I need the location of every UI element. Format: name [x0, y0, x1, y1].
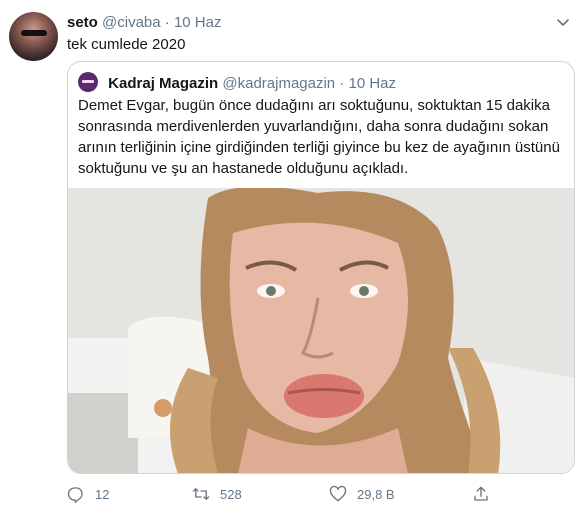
reply-count: 12 [95, 486, 110, 502]
tweet-date[interactable]: 10 Haz [174, 14, 222, 31]
separator-dot: · [339, 75, 345, 92]
share-button[interactable] [472, 484, 500, 504]
quoted-avatar [78, 72, 98, 92]
quoted-header: Kadraj Magazin @kadrajmagazin · 10 Haz [78, 72, 396, 94]
retweet-icon [192, 488, 210, 500]
share-icon [474, 486, 488, 501]
quoted-tweet[interactable]: Kadraj Magazin @kadrajmagazin · 10 Haz D… [67, 61, 575, 474]
like-button[interactable]: 29,8 B [329, 484, 395, 504]
separator-dot: · [164, 14, 170, 31]
retweet-button[interactable]: 528 [192, 484, 242, 504]
tweet-header: seto @civaba · 10 Haz [67, 13, 221, 33]
tweet-text: tek cumlede 2020 [67, 36, 186, 53]
author-handle[interactable]: @civaba [102, 14, 161, 31]
retweet-count: 528 [220, 486, 242, 502]
tweet-actions: 12 528 29,8 B [67, 484, 567, 504]
chevron-down-icon[interactable] [555, 14, 571, 30]
quoted-author-name: Kadraj Magazin [108, 75, 219, 92]
tweet[interactable]: seto @civaba · 10 Haz tek cumlede 2020 K… [0, 0, 583, 514]
reply-button[interactable]: 12 [67, 484, 109, 504]
author-name[interactable]: seto [67, 14, 98, 31]
quoted-text: Demet Evgar, bugün önce dudağını arı sok… [78, 97, 560, 177]
quoted-photo[interactable] [68, 188, 574, 473]
heart-icon [329, 485, 347, 502]
like-count: 29,8 B [357, 486, 395, 502]
quoted-author-handle: @kadrajmagazin [222, 75, 336, 92]
quoted-date: 10 Haz [348, 75, 397, 92]
reply-icon [67, 487, 83, 503]
author-avatar[interactable] [9, 12, 58, 61]
